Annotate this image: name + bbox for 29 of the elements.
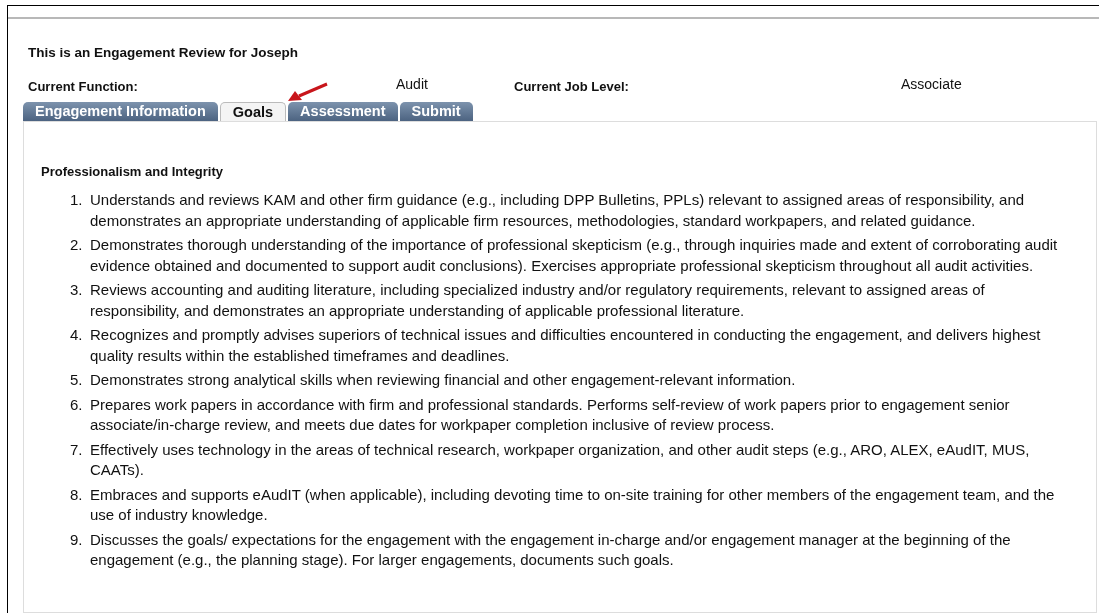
item-number: 5. — [70, 370, 84, 390]
tab[interactable]: Goals — [219, 102, 287, 121]
goal-text: Effectively uses technology in the areas of technical research, workpaper organization, and other audit steps (e.g., ARO, ALEX, eAudIT, MUS, CAATs). — [90, 439, 1031, 480]
goal-text: Understands and reviews KAM and other firm guidance (e.g., including DPP Bulletins, PPLs) relevant to assigned areas of responsibility, and demonstrates an appropriate understanding of applicable firm resources, methodologies, standard workpapers, and related guidance. — [90, 190, 1026, 231]
goal-text: Demonstrates thorough understanding of the importance of professional skepticism (e.g., through inquiries made and extent of corroborating audit evidence obtained and documented to support audit conclusions). Exercises appropriate professional skepticism throughout all audit activities. — [90, 235, 1059, 276]
section-heading: Professionalism and Integrity — [41, 164, 225, 180]
goal-text: Demonstrates strong analytical skills when reviewing financial and other engagement-relevant information. — [90, 370, 796, 390]
item-number: 1. — [70, 190, 84, 210]
field-value: Audit — [396, 75, 428, 94]
field-label: Current Job Level: — [514, 79, 629, 94]
item-number: 8. — [70, 484, 84, 505]
goal-text: Recognizes and promptly advises superiors of technical issues and difficulties encountered in conducting the engagement, and delivers highest quality results within the established timeframes and deadlines. — [90, 325, 1042, 366]
tab[interactable]: Submit — [399, 102, 473, 121]
item-number: 9. — [70, 529, 84, 550]
arrow-icon — [287, 82, 329, 102]
goal-text: Reviews accounting and auditing literature, including specialized industry and/or regulatory requirements, relevant to assigned areas of responsibility, and demonstrates an appropriate understanding of applicable professional literature. — [90, 280, 986, 321]
item-number: 6. — [70, 394, 84, 415]
item-number: 2. — [70, 235, 84, 255]
field-label: Current Function: — [28, 79, 138, 94]
item-number: 4. — [70, 325, 84, 345]
page-title: This is an Engagement Review for Joseph — [27, 45, 300, 61]
field-value: Associate — [901, 75, 962, 94]
tab[interactable]: Assessment — [288, 102, 398, 121]
goal-text: Discusses the goals/ expectations for the engagement with the engagement in-charge and/or engagement manager at the beginning of the engagement (e.g., the planning stage). For larger engagements, documents such goals. — [90, 529, 1012, 570]
goal-text: Embraces and supports eAudIT (when applicable), including devoting time to on-site training for other members of the engagement team, and the use of industry knowledge. — [90, 484, 1056, 525]
item-number: 7. — [70, 439, 84, 460]
goal-text: Prepares work papers in accordance with firm and professional standards. Performs self-review of work papers prior to engagement senior associate/in-charge review, and meets due dates for workpaper completion inclusive of review process. — [90, 394, 1011, 435]
tab[interactable]: Engagement Information — [23, 102, 218, 121]
item-number: 3. — [70, 280, 84, 300]
